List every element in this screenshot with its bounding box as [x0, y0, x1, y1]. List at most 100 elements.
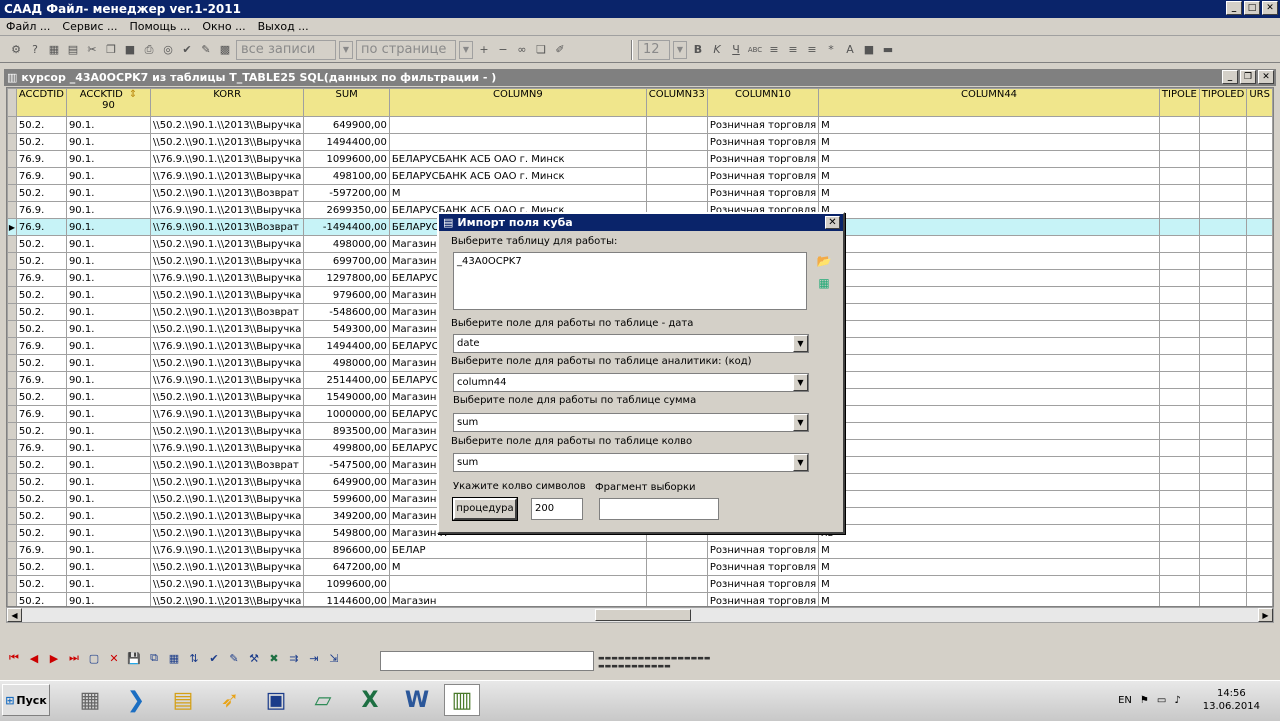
- menu-exit[interactable]: Выход ...: [252, 20, 315, 33]
- table-listbox[interactable]: _43A0OCPK7: [453, 252, 807, 310]
- cell-empty[interactable]: [1246, 575, 1273, 593]
- cell-column9[interactable]: БЕЛАРУСБАНК АСБ ОАО г. Минск: [388, 167, 647, 185]
- row-indicator[interactable]: [7, 116, 17, 134]
- cell-acckt[interactable]: 90.1.: [65, 473, 152, 491]
- fragment-input[interactable]: [599, 498, 719, 520]
- edit-icon[interactable]: ✐: [552, 42, 568, 58]
- cell-empty[interactable]: [1246, 201, 1273, 219]
- cell-column10[interactable]: Розничная торговля: [706, 167, 820, 185]
- col-header-tipole[interactable]: TIPOLE: [1158, 88, 1200, 117]
- sort-az-icon[interactable]: ⇅: [186, 650, 202, 666]
- cell-empty[interactable]: [1198, 541, 1248, 559]
- notepad-icon[interactable]: ▱: [305, 684, 341, 716]
- cell-korr[interactable]: \\76.9.\\90.1.\\2013\\Выручка: [149, 541, 305, 559]
- cell-column44[interactable]: ле: [818, 405, 1160, 423]
- cell-accdtid[interactable]: 50.2.: [15, 388, 67, 406]
- cell-empty[interactable]: [1246, 371, 1273, 389]
- row-indicator[interactable]: [7, 388, 17, 406]
- cell-column44[interactable]: М: [818, 167, 1160, 185]
- menu-window[interactable]: Окно ...: [196, 20, 251, 33]
- cell-sum[interactable]: 1494400,00: [303, 133, 390, 151]
- table-row[interactable]: 76.9. 90.1. \\76.9.\\90.1.\\2013\\Выручка 4…: [7, 167, 1273, 185]
- cell-empty[interactable]: [1198, 558, 1248, 576]
- menu-service[interactable]: Сервис ...: [56, 20, 123, 33]
- row-indicator[interactable]: [7, 184, 17, 202]
- cell-korr[interactable]: \\50.2.\\90.1.\\2013\\Возврат: [149, 456, 305, 474]
- col-header-column33[interactable]: COLUMN33: [645, 88, 708, 117]
- cell-accdtid[interactable]: 50.2.: [15, 507, 67, 525]
- cell-column44[interactable]: ле: [818, 218, 1160, 236]
- cell-column44[interactable]: ле: [818, 422, 1160, 440]
- minimize-button[interactable]: _: [1226, 1, 1242, 15]
- cell-empty[interactable]: [1158, 184, 1200, 202]
- cell-column44[interactable]: ле: [818, 303, 1160, 321]
- chevron-down-icon[interactable]: ▼: [673, 40, 687, 59]
- cell-acckt[interactable]: 90.1.: [65, 133, 152, 151]
- minus-icon[interactable]: −: [495, 42, 511, 58]
- cell-accdtid[interactable]: 76.9.: [15, 269, 67, 287]
- cell-empty[interactable]: [1198, 167, 1248, 185]
- cell-empty[interactable]: [1158, 371, 1200, 389]
- cell-empty[interactable]: [1158, 269, 1200, 287]
- flag-icon[interactable]: ⚑: [1140, 695, 1149, 706]
- cell-accdtid[interactable]: 50.2.: [15, 116, 67, 134]
- cell-empty[interactable]: [1246, 269, 1273, 287]
- cell-korr[interactable]: \\50.2.\\90.1.\\2013\\Выручка: [149, 252, 305, 270]
- cell-column9[interactable]: М: [388, 184, 647, 202]
- row-indicator[interactable]: [7, 371, 17, 389]
- cell-sum[interactable]: 1099600,00: [303, 575, 390, 593]
- cell-korr[interactable]: \\76.9.\\90.1.\\2013\\Выручка: [149, 371, 305, 389]
- cell-sum[interactable]: 599600,00: [303, 490, 390, 508]
- cell-empty[interactable]: [1158, 541, 1200, 559]
- powershell-icon[interactable]: ❯: [118, 684, 154, 716]
- row-indicator[interactable]: [7, 592, 17, 606]
- row-indicator[interactable]: [7, 303, 17, 321]
- cell-empty[interactable]: [1246, 541, 1273, 559]
- row-indicator[interactable]: [7, 320, 17, 338]
- network-icon[interactable]: ▭: [1157, 695, 1166, 706]
- cell-korr[interactable]: \\50.2.\\90.1.\\2013\\Выручка: [149, 507, 305, 525]
- close-button[interactable]: ✕: [1262, 1, 1278, 15]
- chevron-down-icon[interactable]: ▼: [793, 335, 808, 352]
- cell-empty[interactable]: [1158, 201, 1200, 219]
- cell-sum[interactable]: -547500,00: [303, 456, 390, 474]
- cell-empty[interactable]: [1158, 422, 1200, 440]
- row-indicator[interactable]: [7, 524, 17, 542]
- cell-korr[interactable]: \\76.9.\\90.1.\\2013\\Выручка: [149, 269, 305, 287]
- save-record-icon[interactable]: 💾: [126, 650, 142, 666]
- row-indicator[interactable]: [7, 201, 17, 219]
- cell-acckt[interactable]: 90.1.: [65, 150, 152, 168]
- chevron-down-icon[interactable]: ▼: [793, 454, 808, 471]
- cell-korr[interactable]: \\50.2.\\90.1.\\2013\\Выручка: [149, 558, 305, 576]
- plus-icon[interactable]: +: [476, 42, 492, 58]
- cell-empty[interactable]: [1246, 167, 1273, 185]
- cell-empty[interactable]: [1158, 388, 1200, 406]
- table-row[interactable]: 50.2. 90.1. \\50.2.\\90.1.\\2013\\Выручка 6…: [7, 116, 1273, 134]
- font-size-field[interactable]: 12: [638, 39, 670, 60]
- col-header-column9[interactable]: COLUMN9: [388, 88, 647, 117]
- cell-acckt[interactable]: 90.1.: [65, 337, 152, 355]
- export-record-icon[interactable]: ⇥: [306, 650, 322, 666]
- last-record-icon[interactable]: ⏭: [66, 650, 82, 666]
- cell-sum[interactable]: 1297800,00: [303, 269, 390, 287]
- row-indicator[interactable]: [7, 337, 17, 355]
- cell-column33[interactable]: [645, 184, 708, 202]
- cell-empty[interactable]: [1198, 490, 1248, 508]
- cell-empty[interactable]: [1246, 303, 1273, 321]
- cell-acckt[interactable]: 90.1.: [65, 388, 152, 406]
- cell-empty[interactable]: [1158, 507, 1200, 525]
- cell-empty[interactable]: [1198, 354, 1248, 372]
- asterisk-icon[interactable]: *: [823, 42, 839, 58]
- cell-accdtid[interactable]: 50.2.: [15, 575, 67, 593]
- bold-icon[interactable]: B: [690, 42, 706, 58]
- cell-acckt[interactable]: 90.1.: [65, 286, 152, 304]
- cell-accdtid[interactable]: 50.2.: [15, 133, 67, 151]
- cell-empty[interactable]: [1158, 303, 1200, 321]
- scroll-thumb[interactable]: [595, 609, 691, 621]
- cell-accdtid[interactable]: 50.2.: [15, 184, 67, 202]
- underline-icon[interactable]: Ч: [728, 42, 744, 58]
- cell-empty[interactable]: [1198, 405, 1248, 423]
- row-indicator[interactable]: [7, 439, 17, 457]
- cell-korr[interactable]: \\50.2.\\90.1.\\2013\\Возврат: [149, 303, 305, 321]
- col-header-accdtid[interactable]: ACCDTID: [15, 88, 67, 117]
